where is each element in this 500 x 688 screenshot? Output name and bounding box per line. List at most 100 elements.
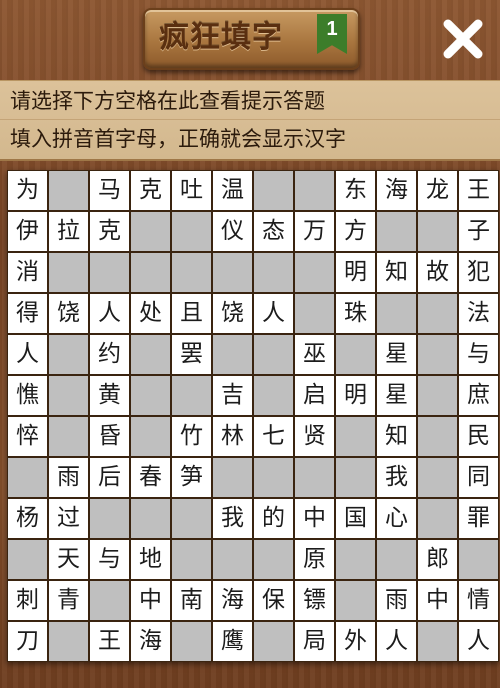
grid-cell[interactable]: 克 xyxy=(90,212,129,251)
grid-cell[interactable]: 同 xyxy=(459,458,498,497)
grid-cell[interactable]: 过 xyxy=(49,499,88,538)
grid-cell[interactable]: 人 xyxy=(8,335,47,374)
grid-cell[interactable]: 外 xyxy=(336,622,375,661)
grid-cell[interactable]: 天 xyxy=(49,540,88,579)
grid-cell[interactable]: 法 xyxy=(459,294,498,333)
grid-cell[interactable]: 马 xyxy=(90,171,129,210)
grid-cell[interactable]: 王 xyxy=(459,171,498,210)
grid-cell[interactable]: 犯 xyxy=(459,253,498,292)
grid-cell[interactable]: 中 xyxy=(295,499,334,538)
grid-cell[interactable]: 东 xyxy=(336,171,375,210)
grid-cell[interactable]: 笋 xyxy=(172,458,211,497)
grid-cell[interactable]: 春 xyxy=(131,458,170,497)
grid-cell[interactable]: 星 xyxy=(377,335,416,374)
grid-cell[interactable]: 郎 xyxy=(418,540,457,579)
grid-cell[interactable]: 明 xyxy=(336,253,375,292)
grid-cell[interactable]: 与 xyxy=(90,540,129,579)
grid-cell-blocked xyxy=(254,622,293,661)
grid-cell[interactable]: 龙 xyxy=(418,171,457,210)
grid-cell[interactable]: 启 xyxy=(295,376,334,415)
grid-cell[interactable]: 人 xyxy=(90,294,129,333)
grid-cell[interactable]: 保 xyxy=(254,581,293,620)
grid-cell[interactable]: 拉 xyxy=(49,212,88,251)
grid-cell[interactable]: 与 xyxy=(459,335,498,374)
grid-cell[interactable]: 悴 xyxy=(8,417,47,456)
grid-cell[interactable]: 万 xyxy=(295,212,334,251)
grid-cell[interactable]: 人 xyxy=(459,622,498,661)
grid-cell[interactable]: 镖 xyxy=(295,581,334,620)
grid-cell[interactable]: 憔 xyxy=(8,376,47,415)
grid-cell[interactable]: 为 xyxy=(8,171,47,210)
grid-cell[interactable]: 原 xyxy=(295,540,334,579)
grid-cell[interactable]: 故 xyxy=(418,253,457,292)
grid-cell[interactable]: 中 xyxy=(131,581,170,620)
grid-cell[interactable]: 鹰 xyxy=(213,622,252,661)
grid-cell[interactable]: 我 xyxy=(377,458,416,497)
grid-cell[interactable]: 王 xyxy=(90,622,129,661)
grid-cell[interactable]: 吐 xyxy=(172,171,211,210)
grid-cell[interactable]: 国 xyxy=(336,499,375,538)
grid-cell[interactable]: 星 xyxy=(377,376,416,415)
grid-cell[interactable]: 克 xyxy=(131,171,170,210)
grid-cell[interactable]: 海 xyxy=(213,581,252,620)
grid-cell[interactable]: 昏 xyxy=(90,417,129,456)
grid-cell-blocked xyxy=(377,294,416,333)
grid-cell[interactable]: 处 xyxy=(131,294,170,333)
grid-cell[interactable]: 雨 xyxy=(377,581,416,620)
grid-cell-blocked xyxy=(172,540,211,579)
grid-cell-blocked xyxy=(377,212,416,251)
grid-cell[interactable]: 林 xyxy=(213,417,252,456)
grid-cell[interactable]: 庶 xyxy=(459,376,498,415)
grid-cell[interactable]: 温 xyxy=(213,171,252,210)
grid-cell[interactable]: 巫 xyxy=(295,335,334,374)
level-badge: 1 xyxy=(317,14,347,54)
grid-cell[interactable]: 人 xyxy=(254,294,293,333)
grid-cell[interactable]: 约 xyxy=(90,335,129,374)
grid-cell[interactable]: 杨 xyxy=(8,499,47,538)
grid-cell[interactable]: 民 xyxy=(459,417,498,456)
grid-cell[interactable]: 珠 xyxy=(336,294,375,333)
grid-cell[interactable]: 竹 xyxy=(172,417,211,456)
grid-cell[interactable]: 地 xyxy=(131,540,170,579)
grid-cell[interactable]: 的 xyxy=(254,499,293,538)
grid-cell[interactable]: 人 xyxy=(377,622,416,661)
grid-cell[interactable]: 知 xyxy=(377,253,416,292)
grid-cell[interactable]: 罪 xyxy=(459,499,498,538)
grid-cell-blocked xyxy=(90,581,129,620)
grid-cell[interactable]: 知 xyxy=(377,417,416,456)
grid-cell[interactable]: 伊 xyxy=(8,212,47,251)
grid-cell[interactable]: 明 xyxy=(336,376,375,415)
grid-cell-blocked xyxy=(49,171,88,210)
grid-cell[interactable]: 黄 xyxy=(90,376,129,415)
grid-cell[interactable]: 我 xyxy=(213,499,252,538)
grid-cell[interactable]: 贤 xyxy=(295,417,334,456)
grid-cell[interactable]: 吉 xyxy=(213,376,252,415)
grid-cell[interactable]: 心 xyxy=(377,499,416,538)
grid-cell[interactable]: 刀 xyxy=(8,622,47,661)
grid-cell[interactable]: 罢 xyxy=(172,335,211,374)
hint-panel: 请选择下方空格在此查看提示答题 填入拼音首字母，正确就会显示汉字 xyxy=(0,80,500,161)
grid-cell[interactable]: 且 xyxy=(172,294,211,333)
grid-cell[interactable]: 刺 xyxy=(8,581,47,620)
grid-cell[interactable]: 海 xyxy=(377,171,416,210)
grid-cell[interactable]: 雨 xyxy=(49,458,88,497)
grid-cell[interactable]: 得 xyxy=(8,294,47,333)
grid-cell[interactable]: 消 xyxy=(8,253,47,292)
grid-cell[interactable]: 中 xyxy=(418,581,457,620)
grid-cell[interactable]: 后 xyxy=(90,458,129,497)
grid-cell[interactable]: 七 xyxy=(254,417,293,456)
grid-cell[interactable]: 海 xyxy=(131,622,170,661)
grid-cell[interactable]: 局 xyxy=(295,622,334,661)
grid-cell[interactable]: 饶 xyxy=(49,294,88,333)
grid-cell[interactable]: 南 xyxy=(172,581,211,620)
close-button[interactable] xyxy=(440,16,486,62)
grid-cell[interactable]: 态 xyxy=(254,212,293,251)
grid-cell[interactable]: 方 xyxy=(336,212,375,251)
grid-cell-blocked xyxy=(254,253,293,292)
grid-cell-blocked xyxy=(172,622,211,661)
grid-cell[interactable]: 饶 xyxy=(213,294,252,333)
grid-cell[interactable]: 子 xyxy=(459,212,498,251)
grid-cell[interactable]: 仪 xyxy=(213,212,252,251)
grid-cell[interactable]: 青 xyxy=(49,581,88,620)
grid-cell[interactable]: 情 xyxy=(459,581,498,620)
